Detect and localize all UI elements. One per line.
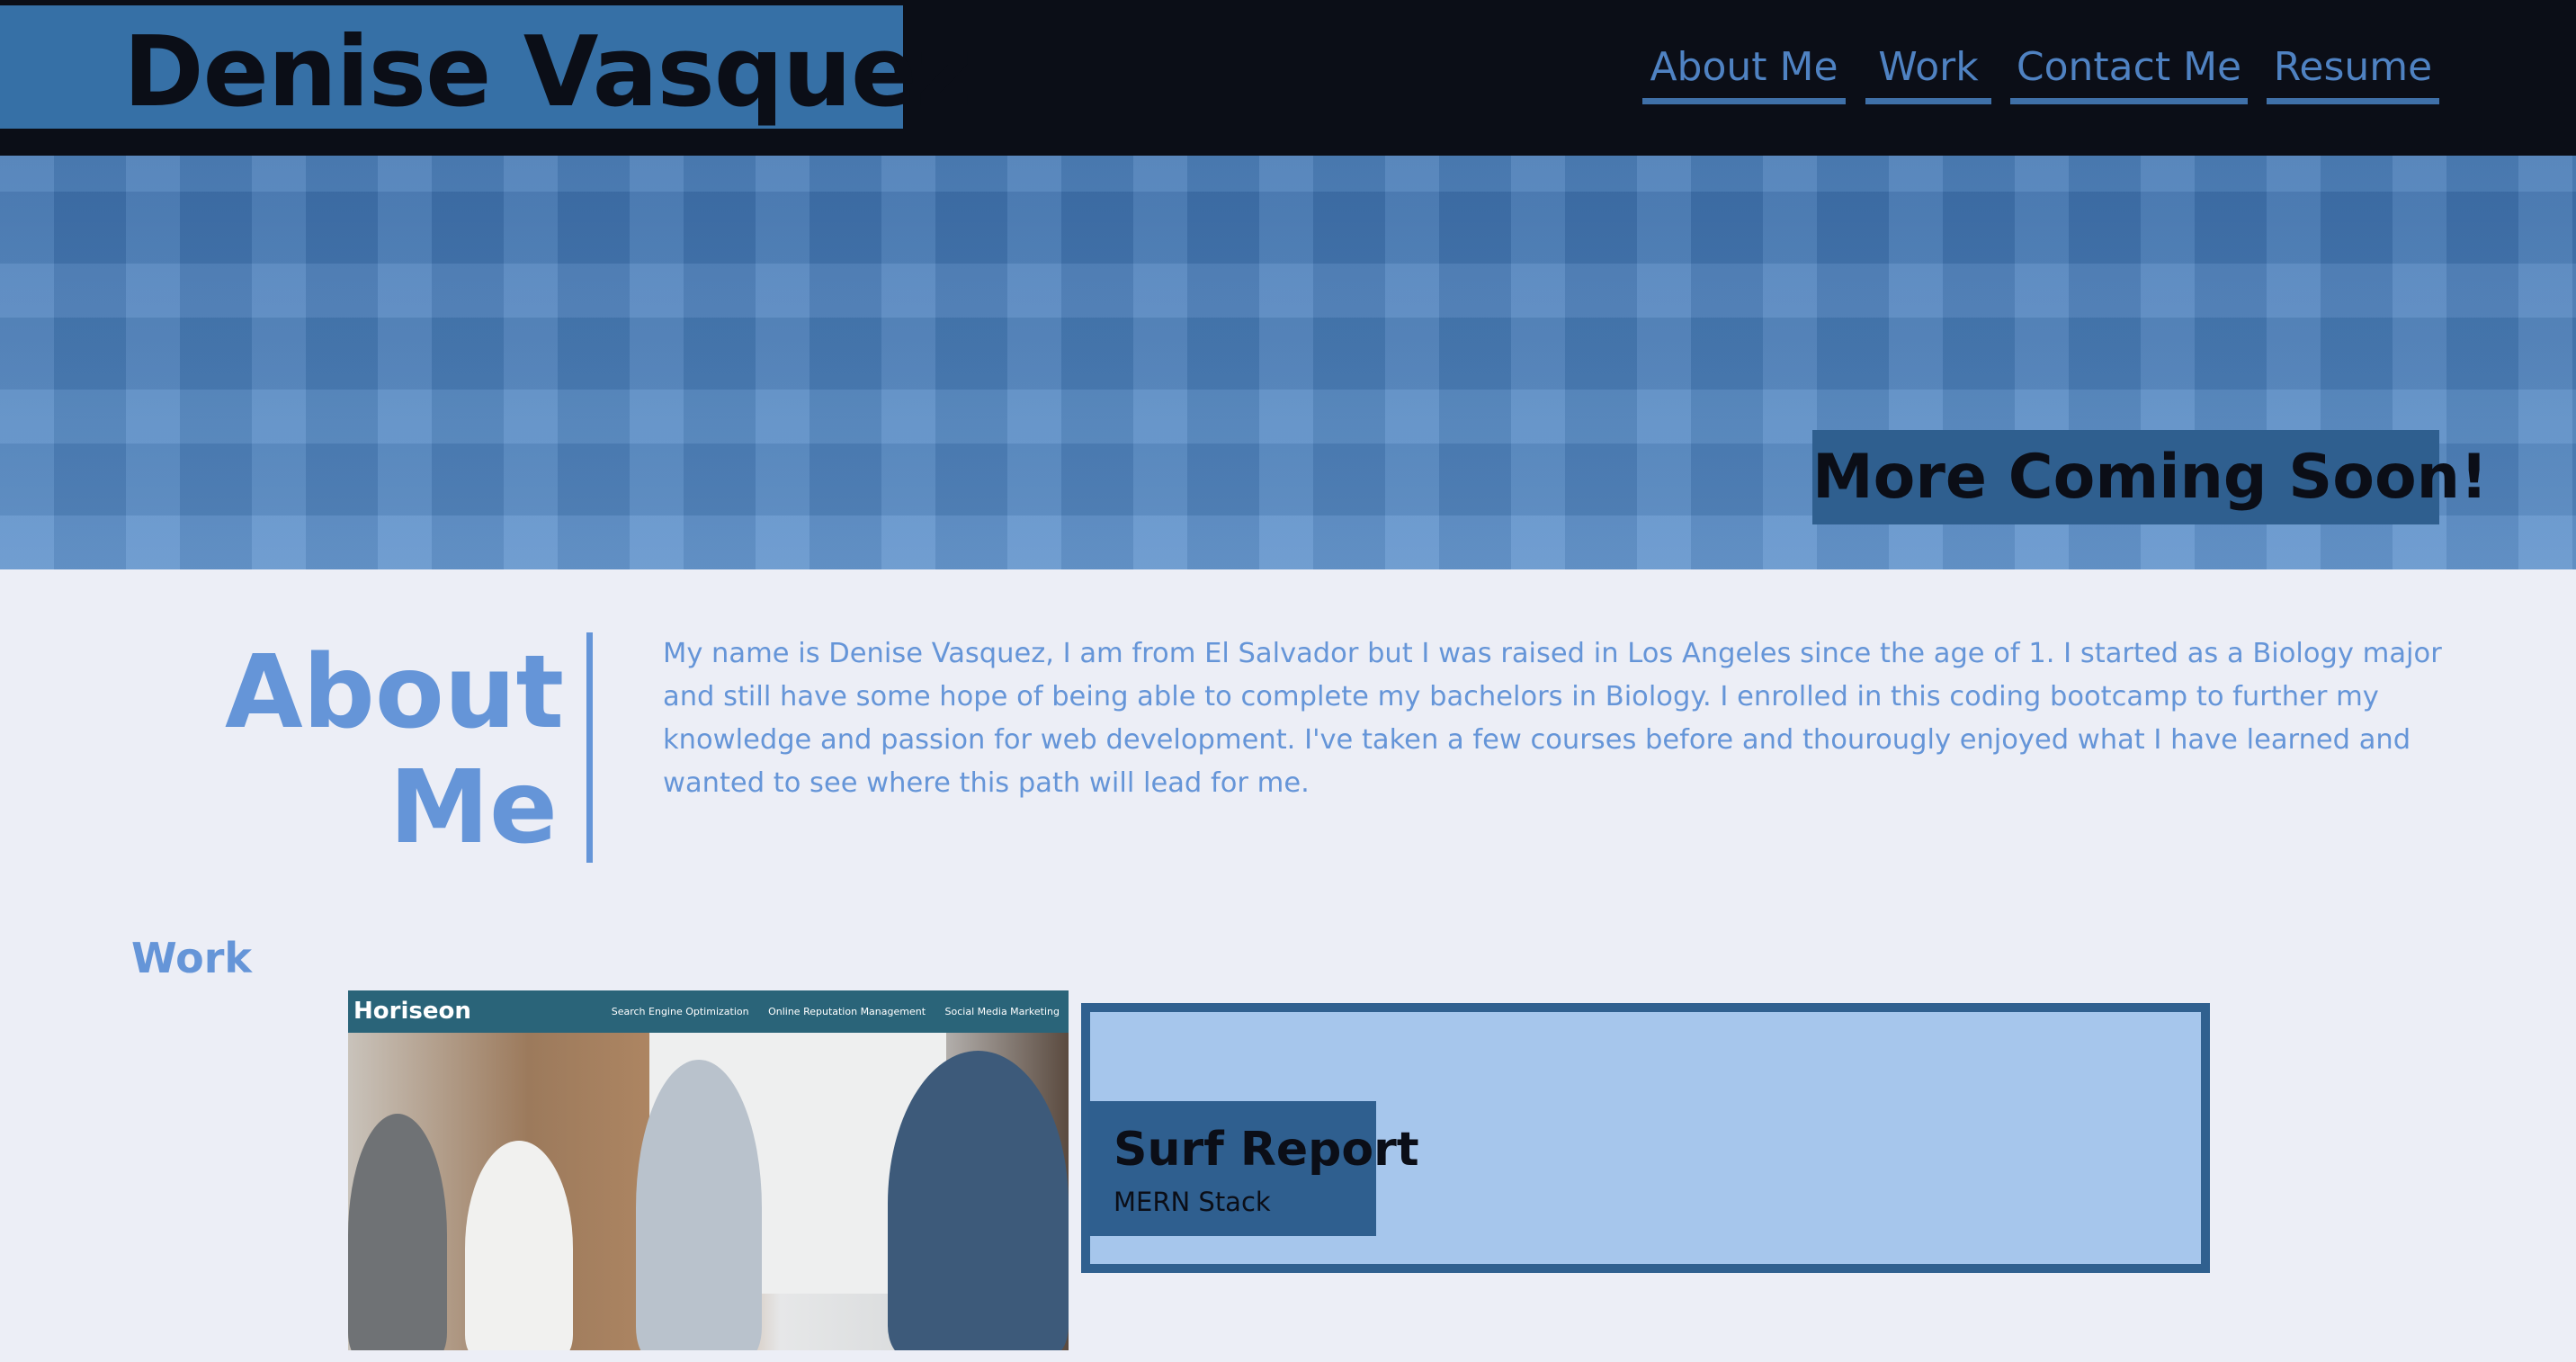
project-screenshot-header: Horiseon Search Engine Optimization Onli… [348,990,1069,1033]
project-card-surf-report[interactable]: Surf Report MERN Stack [1081,1003,2210,1273]
project-screenshot-link: Search Engine Optimization [611,1006,749,1017]
project-subtitle: MERN Stack [1114,1187,1271,1217]
project-screenshot-link: Online Reputation Management [768,1006,926,1017]
photo-person [636,1060,762,1350]
project-photo [348,1033,1069,1350]
project-screenshot-nav: Search Engine Optimization Online Reputa… [595,990,1060,1033]
project-title: Surf Report [1114,1123,1419,1177]
nav-work[interactable]: Work [1865,36,1991,104]
project-screenshot-link: Social Media Marketing [944,1006,1060,1017]
work-heading: Work [131,934,252,982]
photo-person [888,1051,1069,1350]
site-header: Denise Vasquez About Me Work Contact Me … [0,0,2576,156]
project-logo: Horiseon [353,998,471,1025]
project-card-horiseon[interactable]: Horiseon Search Engine Optimization Onli… [348,990,1069,1350]
about-heading: About Me [225,634,565,866]
about-divider [586,632,593,863]
nav-about-me[interactable]: About Me [1642,36,1846,104]
project-label: Surf Report MERN Stack [1088,1101,1419,1236]
coming-soon-box: More Coming Soon! [1812,430,2489,524]
photo-person [465,1141,573,1350]
name-banner: Denise Vasquez [0,5,972,129]
about-body: My name is Denise Vasquez, I am from El … [663,638,2442,799]
site-title: Denise Vasquez [123,16,972,129]
nav-resume[interactable]: Resume [2267,36,2439,104]
photo-person [348,1114,447,1350]
coming-soon-text: More Coming Soon! [1812,442,2489,513]
nav-contact-me[interactable]: Contact Me [2010,36,2248,104]
